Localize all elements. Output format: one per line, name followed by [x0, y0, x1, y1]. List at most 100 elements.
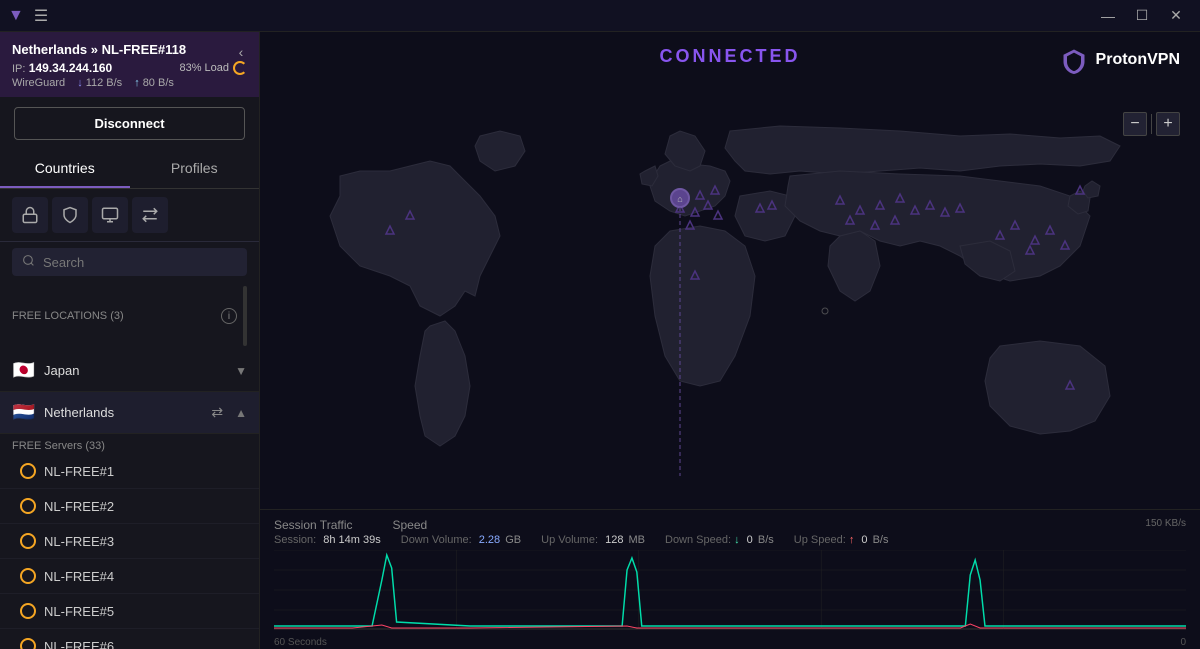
load-circle-icon — [233, 61, 247, 75]
server-name-label: NL-FREE#4 — [44, 569, 114, 584]
server-status-icon — [20, 498, 36, 514]
ip-info: IP: 149.34.244.160 — [12, 61, 112, 75]
server-name-label: NL-FREE#2 — [44, 499, 114, 514]
server-status-icon — [20, 568, 36, 584]
country-item-japan[interactable]: 🇯🇵 Japan ▼ — [0, 350, 259, 392]
filters-bar — [0, 189, 259, 242]
japan-name: Japan — [44, 363, 227, 378]
scrollbar[interactable] — [243, 286, 247, 346]
free-locations-info: i — [221, 286, 247, 346]
japan-chevron-icon: ▼ — [235, 364, 247, 378]
connected-text: CONNECTED — [659, 46, 800, 67]
svg-text:⌂: ⌂ — [677, 194, 682, 204]
speed-graph: Session Traffic Speed Session: 8h 14m 39… — [260, 509, 1200, 649]
server-row[interactable]: NL-FREE#6 — [0, 629, 259, 649]
connected-badge: CONNECTED — [659, 46, 800, 67]
graph-canvas: 60 Seconds 0 — [274, 550, 1186, 635]
up-speed-stat: Up Speed: ↑ 0 B/s — [794, 534, 889, 546]
up-speed-value: 80 B/s — [143, 77, 174, 89]
server-row[interactable]: NL-FREE#4 — [0, 559, 259, 594]
filter-secure-core[interactable] — [12, 197, 48, 233]
up-arrow-icon: ↑ — [134, 77, 140, 89]
session-traffic-section: Session Traffic Speed Session: 8h 14m 39… — [274, 518, 888, 546]
disconnect-button[interactable]: Disconnect — [14, 107, 245, 140]
japan-flag-icon: 🇯🇵 — [12, 360, 36, 381]
server-status-icon — [20, 638, 36, 649]
graph-time-labels: 60 Seconds 0 — [274, 637, 1186, 648]
menu-icon[interactable]: ☰ — [34, 6, 48, 26]
load-indicator: 83% Load — [179, 61, 247, 75]
time-start-label: 60 Seconds — [274, 637, 327, 648]
proton-logo: ProtonVPN — [1060, 46, 1180, 74]
ip-label: IP: — [12, 63, 25, 75]
tabs-container: Countries Profiles — [0, 150, 259, 189]
sidebar: Netherlands » NL-FREE#118 IP: 149.34.244… — [0, 32, 260, 649]
titlebar: ▼ ☰ — ☐ ✕ — [0, 0, 1200, 32]
country-item-netherlands[interactable]: 🇳🇱 Netherlands ⇄ ▲ — [0, 392, 259, 434]
speed-graph-header: Session Traffic Speed Session: 8h 14m 39… — [274, 518, 1186, 546]
up-speed-arrow: ↑ — [849, 534, 855, 546]
search-box — [12, 248, 247, 276]
protocol-row: WireGuard ↓ 112 B/s ↑ 80 B/s — [12, 77, 247, 89]
speed-label: Speed — [392, 518, 427, 532]
connection-header: Netherlands » NL-FREE#118 IP: 149.34.244… — [0, 32, 259, 97]
server-row[interactable]: NL-FREE#2 — [0, 489, 259, 524]
netherlands-chevron-icon: ▲ — [235, 406, 247, 420]
server-row[interactable]: NL-FREE#1 — [0, 454, 259, 489]
proton-name: ProtonVPN — [1096, 51, 1180, 69]
tab-countries[interactable]: Countries — [0, 150, 130, 188]
up-volume-stat: Up Volume: 128 MB — [541, 534, 645, 546]
down-speed: ↓ 112 B/s — [77, 77, 122, 89]
proton-icon — [1060, 46, 1088, 74]
server-name-label: NL-FREE#1 — [44, 464, 114, 479]
free-locations-header: FREE Locations (3) i — [0, 280, 259, 350]
search-icon — [22, 254, 35, 270]
app-icon: ▼ — [8, 7, 24, 25]
server-status-icon — [20, 533, 36, 549]
server-name-label: NL-FREE#5 — [44, 604, 114, 619]
load-value: 83% Load — [179, 62, 229, 74]
filter-p2p[interactable] — [52, 197, 88, 233]
server-list: 🇯🇵 Japan ▼ 🇳🇱 Netherlands ⇄ ▲ FREE Serve… — [0, 350, 259, 649]
netherlands-flag-icon: 🇳🇱 — [12, 402, 36, 423]
session-stat: Session: 8h 14m 39s — [274, 534, 381, 546]
minimize-button[interactable]: — — [1092, 0, 1124, 32]
maximize-button[interactable]: ☐ — [1126, 0, 1158, 32]
close-button[interactable]: ✕ — [1160, 0, 1192, 32]
up-speed: ↑ 80 B/s — [134, 77, 174, 89]
time-end-label: 0 — [1180, 637, 1186, 648]
server-name: Netherlands » NL-FREE#118 — [12, 42, 247, 57]
titlebar-left: ▼ ☰ — [8, 6, 48, 26]
server-name-label: NL-FREE#3 — [44, 534, 114, 549]
world-map[interactable]: ⌂ — [260, 82, 1200, 509]
server-name-label: NL-FREE#6 — [44, 639, 114, 649]
info-icon[interactable]: i — [221, 308, 237, 324]
main-container: Netherlands » NL-FREE#118 IP: 149.34.244… — [0, 32, 1200, 649]
netherlands-name: Netherlands — [44, 405, 203, 420]
server-status-icon — [20, 603, 36, 619]
world-map-svg: ⌂ — [280, 116, 1180, 476]
tab-profiles[interactable]: Profiles — [130, 150, 260, 188]
search-input[interactable] — [43, 255, 237, 270]
down-speed-stat: Down Speed: ↓ 0 B/s — [665, 534, 774, 546]
down-arrow-icon: ↓ — [77, 77, 83, 89]
filter-streaming[interactable] — [92, 197, 128, 233]
connection-ip-row: IP: 149.34.244.160 83% Load — [12, 61, 247, 75]
server-status-icon — [20, 463, 36, 479]
titlebar-right: — ☐ ✕ — [1092, 0, 1192, 32]
session-traffic-label: Session Traffic — [274, 518, 352, 532]
server-row[interactable]: NL-FREE#3 — [0, 524, 259, 559]
sidebar-collapse-button[interactable]: ‹ — [231, 42, 251, 62]
down-speed-arrow: ↓ — [734, 534, 740, 546]
free-locations-label: FREE Locations (3) — [12, 310, 124, 322]
protocol-name: WireGuard — [12, 77, 65, 89]
server-row[interactable]: NL-FREE#5 — [0, 594, 259, 629]
down-speed-value: 112 B/s — [86, 77, 123, 89]
filter-tor[interactable] — [132, 197, 168, 233]
map-area: ProtonVPN − + CONNECTED — [260, 32, 1200, 649]
free-servers-label: FREE Servers (33) — [0, 434, 259, 454]
down-volume-stat: Down Volume: 2.28 GB — [401, 534, 521, 546]
reconnect-icon[interactable]: ⇄ — [211, 404, 223, 421]
graph-svg — [274, 550, 1186, 630]
speed-max-label: 150 KB/s — [1145, 518, 1186, 546]
